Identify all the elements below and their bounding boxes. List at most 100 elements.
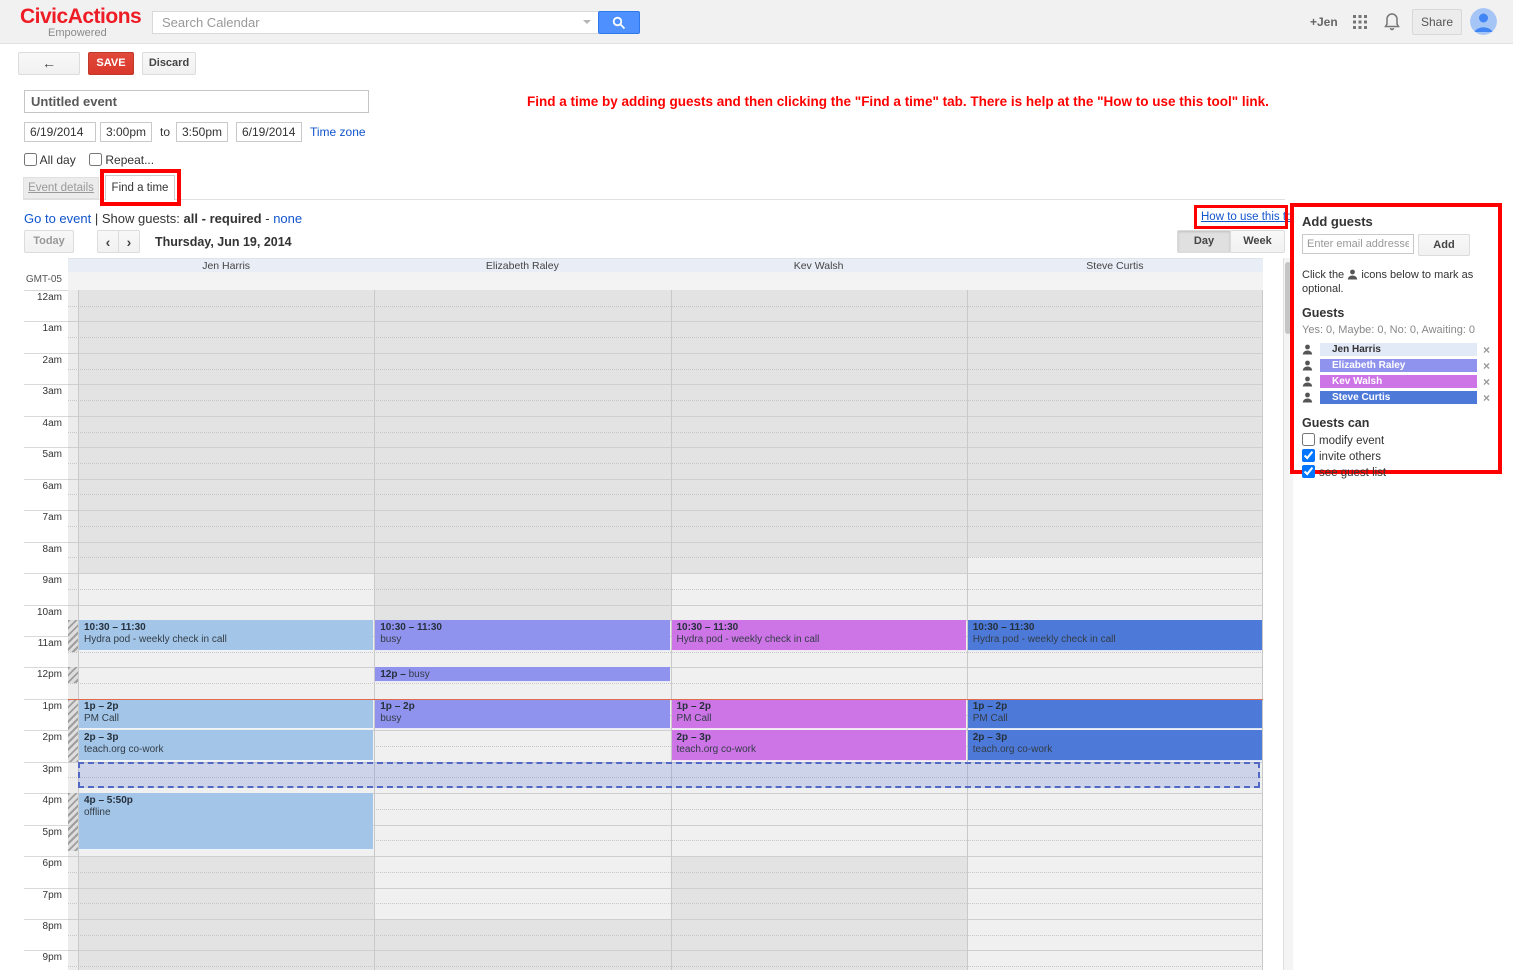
axis-hour-line (24, 479, 68, 480)
half-hour-line (68, 935, 1263, 936)
event-time: 1p – 2p (973, 701, 1257, 713)
hour-label-8pm: 8pm (24, 921, 62, 932)
hour-label-1pm: 1pm (24, 701, 62, 712)
event-busy[interactable]: 10:30 – 11:30busy (375, 620, 669, 650)
event-title: Hydra pod - weekly check in call (84, 634, 368, 646)
add-guests-heading: Add guests (1302, 214, 1490, 229)
event-title: teach.org co-work (84, 744, 368, 756)
hour-label-2am: 2am (24, 355, 62, 366)
half-hour-line (68, 589, 1263, 590)
half-hour-line (68, 494, 1263, 495)
person-icon[interactable] (1302, 392, 1313, 403)
half-hour-line (68, 463, 1263, 464)
calendar-allday-strip (68, 272, 1263, 290)
guest-row: Steve Curtis× (1302, 390, 1490, 406)
event-title: Hydra pod - weekly check in call (973, 634, 1257, 646)
event-busy[interactable]: 1p – 2pbusy (375, 699, 669, 729)
hour-label-9pm: 9pm (24, 952, 62, 963)
hour-line (68, 353, 1263, 354)
event-time: 2p – 3p (677, 732, 961, 744)
event-title: offline (84, 807, 368, 819)
guests-heading: Guests (1302, 306, 1490, 320)
remove-guest-icon[interactable]: × (1483, 360, 1490, 372)
permission-see-guest-list: see guest list (1302, 465, 1490, 479)
person-icon[interactable] (1302, 360, 1313, 371)
event-teach-org-co-work[interactable]: 2p – 3pteach.org co-work (672, 730, 966, 760)
axis-hour-line (24, 950, 68, 951)
axis-hour-line (24, 825, 68, 826)
hour-label-10am: 10am (24, 607, 62, 618)
column-header-kev-walsh: Kev Walsh (671, 260, 967, 272)
hour-line (68, 950, 1263, 951)
person-icon[interactable] (1302, 376, 1313, 387)
hour-line (68, 321, 1263, 322)
hour-label-5am: 5am (24, 449, 62, 460)
half-hour-line (68, 432, 1263, 433)
remove-guest-icon[interactable]: × (1483, 376, 1490, 388)
hour-line (68, 542, 1263, 543)
permission-checkbox[interactable] (1302, 449, 1315, 462)
hour-line (68, 416, 1263, 417)
event-hydra-pod-weekly-check-in-call[interactable]: 10:30 – 11:30Hydra pod - weekly check in… (968, 620, 1262, 650)
busy-hatch-indicator (68, 620, 78, 651)
event-hydra-pod-weekly-check-in-call[interactable]: 10:30 – 11:30Hydra pod - weekly check in… (79, 620, 373, 650)
column-header-steve-curtis: Steve Curtis (967, 260, 1263, 272)
half-hour-line (68, 369, 1263, 370)
event-time: 1p – 2p (84, 701, 368, 713)
event-time: 1p – 2p (677, 701, 961, 713)
event-time: 2p – 3p (84, 732, 368, 744)
hour-label-3pm: 3pm (24, 764, 62, 775)
guest-chip-jen-harris: Jen Harris (1320, 343, 1477, 356)
half-hour-line (68, 557, 1263, 558)
proposed-time-selection[interactable] (78, 762, 1260, 788)
hour-line (68, 888, 1263, 889)
hour-line (68, 605, 1263, 606)
busy-hatch-indicator (68, 667, 78, 683)
add-guests-panel: Add guests Add Click the icons below to … (1290, 203, 1502, 474)
axis-hour-line (24, 321, 68, 322)
event-busy[interactable]: 12p – busy (375, 667, 669, 682)
event-pm-call[interactable]: 1p – 2pPM Call (79, 699, 373, 729)
axis-hour-line (24, 888, 68, 889)
half-hour-line (68, 872, 1263, 873)
event-hydra-pod-weekly-check-in-call[interactable]: 10:30 – 11:30Hydra pod - weekly check in… (672, 620, 966, 650)
column-header-jen-harris: Jen Harris (78, 260, 374, 272)
event-teach-org-co-work[interactable]: 2p – 3pteach.org co-work (968, 730, 1262, 760)
axis-hour-line (24, 353, 68, 354)
half-hour-line (68, 652, 1263, 653)
event-offline[interactable]: 4p – 5:50poffline (79, 793, 373, 850)
event-inline-label: 12p – busy (380, 669, 664, 681)
remove-guest-icon[interactable]: × (1483, 392, 1490, 404)
axis-hour-line (24, 762, 68, 763)
add-guest-button[interactable]: Add (1418, 234, 1470, 256)
permission-checkbox[interactable] (1302, 465, 1315, 478)
hour-line (68, 384, 1263, 385)
guest-email-input[interactable] (1302, 234, 1414, 254)
tab-find-a-time[interactable]: Find a time (105, 175, 175, 200)
axis-hour-line (24, 636, 68, 637)
half-hour-line (68, 966, 1263, 967)
remove-guest-icon[interactable]: × (1483, 344, 1490, 356)
event-time: 2p – 3p (973, 732, 1257, 744)
event-time: 10:30 – 11:30 (973, 622, 1257, 634)
event-pm-call[interactable]: 1p – 2pPM Call (968, 699, 1262, 729)
half-hour-line (68, 400, 1263, 401)
guest-row: Elizabeth Raley × (1302, 358, 1490, 374)
event-time: 1p – 2p (380, 701, 664, 713)
permission-checkbox[interactable] (1302, 433, 1315, 446)
guest-chip-elizabeth-raley: Elizabeth Raley (1320, 359, 1477, 372)
hour-label-7am: 7am (24, 512, 62, 523)
time-marker-line (68, 699, 1263, 700)
hour-label-9am: 9am (24, 575, 62, 586)
half-hour-line (68, 306, 1263, 307)
rsvp-counts: Yes: 0, Maybe: 0, No: 0, Awaiting: 0 (1302, 324, 1490, 336)
person-icon[interactable] (1302, 344, 1313, 355)
hour-label-6pm: 6pm (24, 858, 62, 869)
axis-hour-line (24, 416, 68, 417)
permission-invite-others: invite others (1302, 449, 1490, 463)
busy-hatch-indicator (68, 793, 78, 851)
event-teach-org-co-work[interactable]: 2p – 3pteach.org co-work (79, 730, 373, 760)
axis-hour-line (24, 510, 68, 511)
hour-label-11am: 11am (24, 638, 62, 649)
event-pm-call[interactable]: 1p – 2pPM Call (672, 699, 966, 729)
